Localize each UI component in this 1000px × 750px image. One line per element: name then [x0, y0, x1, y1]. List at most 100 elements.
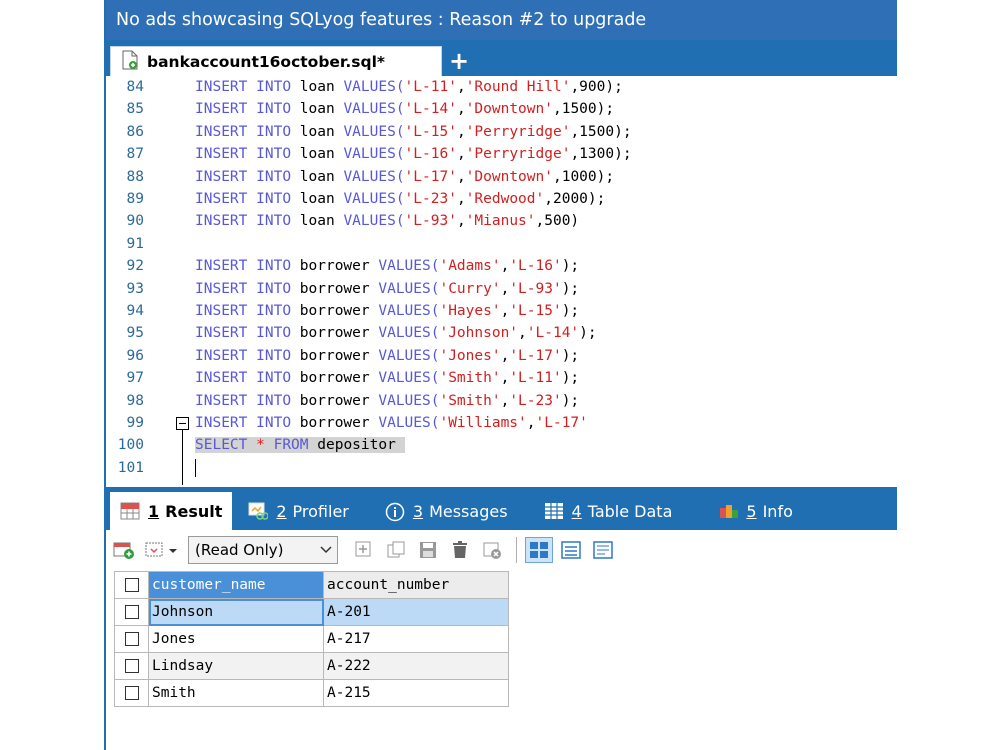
code-line[interactable]: 92 INSERT INTO borrower VALUES('Adams','L…	[106, 255, 897, 277]
form-view-button[interactable]	[557, 537, 585, 563]
tab-profiler[interactable]: 2 Profiler	[238, 492, 359, 530]
insert-row-icon[interactable]	[352, 539, 376, 561]
row-checkbox-cell[interactable]	[114, 625, 149, 653]
table-cell[interactable]: Jones	[148, 625, 324, 653]
code-text[interactable]: INSERT INTO borrower VALUES('Adams','L-1…	[195, 255, 579, 277]
save-icon[interactable]	[416, 539, 440, 561]
table-row[interactable]: Johnson A-201	[114, 598, 509, 626]
code-text[interactable]: INSERT INTO borrower VALUES('Curry','L-9…	[195, 278, 579, 300]
table-row[interactable]: Jones A-217	[114, 625, 509, 653]
code-line[interactable]: 100 SELECT * FROM depositor	[106, 434, 897, 456]
code-text[interactable]: INSERT INTO borrower VALUES('Williams','…	[195, 412, 588, 434]
readonly-select[interactable]: (Read Only)	[188, 536, 338, 564]
table-cell[interactable]: Johnson	[148, 598, 324, 626]
keyword: VALUES(	[343, 79, 405, 95]
punctuation: );	[561, 392, 580, 409]
table-cell[interactable]: Lindsay	[148, 652, 324, 680]
string-literal: 'Adams'	[439, 258, 501, 275]
column-header[interactable]: account_number	[323, 571, 509, 599]
code-text[interactable]: INSERT INTO loan VALUES('L-15','Perryrid…	[195, 121, 632, 143]
keyword: INSERT	[195, 370, 248, 387]
toolbar-separator	[516, 537, 517, 563]
code-line[interactable]: 95 INSERT INTO borrower VALUES('Johnson',…	[106, 322, 897, 344]
punctuation: ,	[500, 303, 510, 319]
code-text[interactable]: INSERT INTO borrower VALUES('Hayes','L-1…	[195, 300, 579, 322]
code-text[interactable]: INSERT INTO loan VALUES('L-23','Redwood'…	[195, 188, 605, 210]
ad-banner[interactable]: No ads showcasing SQLyog features : Reas…	[106, 0, 897, 40]
table-cell[interactable]: A-201	[323, 598, 509, 626]
code-line[interactable]: 86 INSERT INTO loan VALUES('L-15','Perryr…	[106, 121, 897, 143]
table-row[interactable]: Smith A-215	[114, 679, 509, 707]
code-text[interactable]: INSERT INTO borrower VALUES('Smith','L-1…	[195, 367, 579, 389]
punctuation: );	[561, 370, 580, 387]
code-line[interactable]: 85 INSERT INTO loan VALUES('L-14','Downto…	[106, 98, 897, 120]
row-checkbox[interactable]	[124, 632, 139, 646]
row-checkbox[interactable]	[124, 686, 139, 700]
code-line[interactable]: 84 INSERT INTO loan VALUES('L-11','Round …	[106, 76, 897, 98]
result-grid[interactable]: customer_name account_number Johnson A-201 J…	[114, 571, 509, 707]
keyword: INTO	[256, 123, 292, 140]
code-line[interactable]: 90 INSERT INTO loan VALUES('L-93','Mianus…	[106, 210, 897, 232]
table-cell[interactable]: A-222	[323, 652, 509, 680]
code-line[interactable]: 96 INSERT INTO borrower VALUES('Jones','L…	[106, 345, 897, 367]
text-caret	[195, 458, 196, 477]
tab-table-data[interactable]: 4 Table Data	[534, 492, 683, 530]
code-text[interactable]: INSERT INTO borrower VALUES('Smith','L-2…	[195, 390, 579, 412]
grid-view-button[interactable]	[525, 537, 553, 563]
file-tab[interactable]: bankaccount16october.sql*	[110, 46, 442, 76]
select-all-checkbox[interactable]	[124, 578, 139, 592]
code-text[interactable]: INSERT INTO loan VALUES('L-17','Downtown…	[195, 166, 614, 188]
code-text[interactable]: INSERT INTO loan VALUES('L-11','Round Hi…	[195, 76, 623, 98]
row-checkbox-cell[interactable]	[114, 652, 149, 680]
code-text[interactable]: INSERT INTO loan VALUES('L-16','Perryrid…	[195, 143, 632, 165]
line-number: 92	[126, 258, 144, 275]
table-cell[interactable]: A-217	[323, 625, 509, 653]
export-dropdown-icon[interactable]	[144, 539, 180, 561]
tab-messages[interactable]: 3 Messages	[375, 492, 518, 530]
code-text[interactable]: INSERT INTO borrower VALUES('Jones','L-1…	[195, 345, 579, 367]
row-checkbox[interactable]	[124, 659, 139, 673]
code-line[interactable]: 94 INSERT INTO borrower VALUES('Hayes','L…	[106, 300, 897, 322]
code-line[interactable]: 91	[106, 233, 897, 255]
code-line[interactable]: 89 INSERT INTO loan VALUES('L-23','Redwoo…	[106, 188, 897, 210]
tab-shortcut-number: 5	[746, 501, 757, 521]
punctuation: ,900);	[570, 79, 623, 95]
code-line[interactable]: 93 INSERT INTO borrower VALUES('Curry','L…	[106, 278, 897, 300]
row-checkbox-cell[interactable]	[114, 679, 149, 707]
code-line[interactable]: 98 INSERT INTO borrower VALUES('Smith','L…	[106, 390, 897, 412]
sql-editor[interactable]: 84 INSERT INTO loan VALUES('L-11','Round …	[106, 76, 897, 486]
tab-result[interactable]: 1 Result	[110, 492, 233, 530]
code-text[interactable]: INSERT INTO borrower VALUES('Johnson','L…	[195, 322, 597, 344]
tab-info[interactable]: 5 Info	[708, 492, 802, 530]
code-text[interactable]: SELECT * FROM depositor	[195, 434, 405, 456]
keyword: VALUES(	[378, 280, 440, 297]
table-cell[interactable]: Smith	[148, 679, 324, 707]
code-line[interactable]: 101	[106, 457, 897, 479]
code-line[interactable]: 99 INSERT INTO borrower VALUES('Williams'…	[106, 412, 897, 434]
identifier: loan	[299, 213, 335, 230]
code-line[interactable]: 88 INSERT INTO loan VALUES('L-17','Downto…	[106, 166, 897, 188]
readonly-select-value: (Read Only)	[195, 541, 284, 559]
delete-icon[interactable]	[448, 539, 472, 561]
code-text[interactable]: INSERT INTO loan VALUES('L-93','Mianus',…	[195, 210, 579, 232]
add-row-icon[interactable]	[112, 539, 136, 561]
identifier: borrower	[299, 303, 370, 319]
column-header[interactable]: customer_name	[148, 571, 324, 599]
select-all-cell[interactable]	[114, 571, 149, 599]
code-line[interactable]: 97 INSERT INTO borrower VALUES('Smith','L…	[106, 367, 897, 389]
code-line[interactable]: 87 INSERT INTO loan VALUES('L-16','Perryr…	[106, 143, 897, 165]
row-checkbox-cell[interactable]	[114, 598, 149, 626]
code-text[interactable]: INSERT INTO loan VALUES('L-14','Downtown…	[195, 98, 614, 120]
new-tab-button[interactable]: +	[442, 46, 476, 76]
text-view-button[interactable]	[589, 537, 617, 563]
keyword: INSERT	[195, 191, 248, 207]
fold-toggle-icon[interactable]	[176, 416, 189, 430]
row-checkbox[interactable]	[124, 605, 139, 619]
cancel-changes-icon[interactable]	[480, 539, 504, 561]
duplicate-row-icon[interactable]	[384, 539, 408, 561]
selected-statement[interactable]: SELECT * FROM depositor	[195, 437, 405, 454]
line-number: 100	[117, 437, 144, 454]
punctuation: );	[579, 325, 597, 342]
table-cell[interactable]: A-215	[323, 679, 509, 707]
table-row[interactable]: Lindsay A-222	[114, 652, 509, 680]
